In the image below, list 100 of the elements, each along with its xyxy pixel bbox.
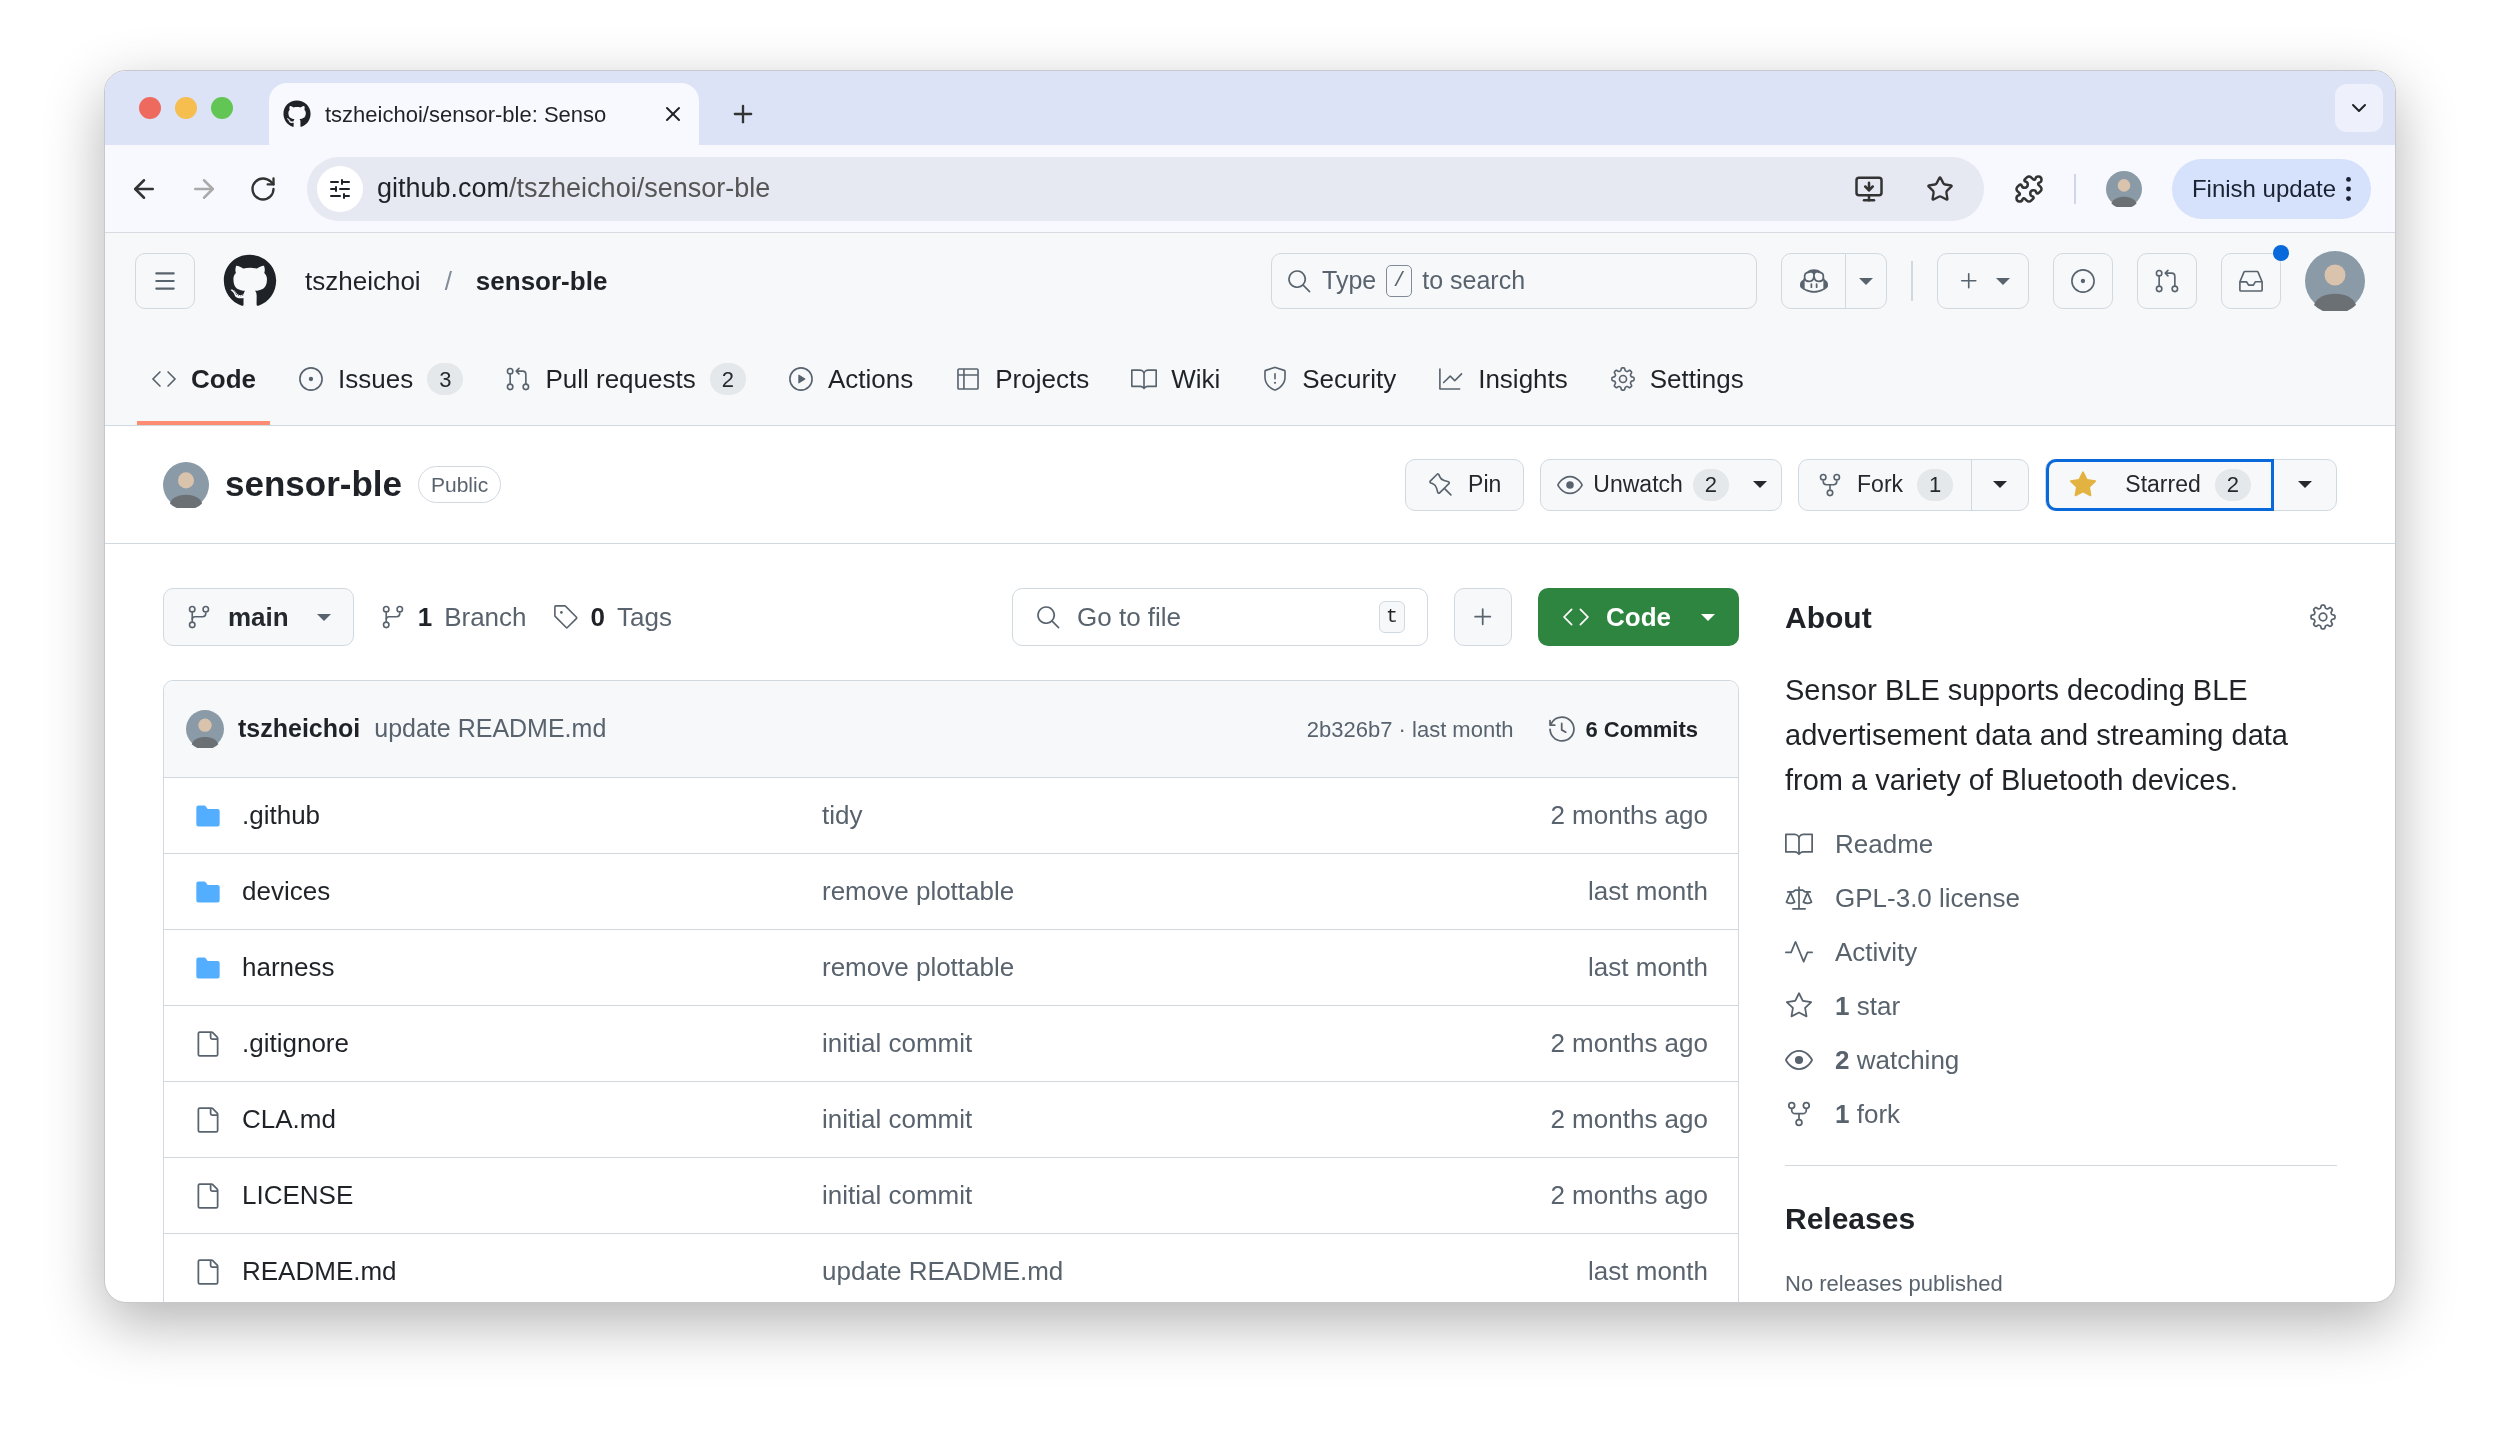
repo-link[interactable]: sensor-ble (475, 261, 608, 301)
tab-title: tszheichoi/sensor-ble: Senso (325, 100, 608, 129)
repo-nav-tab[interactable]: Code (137, 337, 270, 425)
file-commit-message[interactable]: update README.md (822, 1252, 1589, 1291)
file-icon (194, 1181, 222, 1210)
code-button[interactable]: Code (1538, 588, 1739, 646)
breadcrumb-separator: / (444, 264, 452, 298)
pin-button[interactable]: Pin (1405, 458, 1525, 511)
go-to-file-field[interactable]: Go to file t (1012, 588, 1428, 646)
bookmark-star-icon[interactable] (1925, 174, 1954, 203)
caret-icon (1701, 613, 1715, 621)
file-name[interactable]: CLA.md (242, 1100, 822, 1139)
about-link[interactable]: 1 fork (1835, 1094, 1901, 1134)
url-text: github.com/tszheichoi/sensor-ble (377, 172, 772, 206)
about-link[interactable]: 1 star (1835, 986, 1901, 1026)
caret-icon (1993, 481, 2008, 488)
reload-icon[interactable] (249, 174, 277, 203)
about-link[interactable]: Readme (1835, 824, 1934, 864)
about-link[interactable]: 2 watching (1835, 1040, 1960, 1080)
file-name[interactable]: devices (242, 872, 822, 911)
file-commit-message[interactable]: remove plottable (822, 872, 1589, 911)
repo-nav-tab[interactable]: Actions (773, 337, 928, 425)
repo-nav-tab[interactable]: Projects (941, 337, 1104, 425)
count-badge: 2 (709, 363, 746, 395)
history-icon (1547, 715, 1576, 743)
file-name[interactable]: LICENSE (242, 1176, 822, 1215)
graph-icon (1438, 366, 1465, 392)
commit-author[interactable]: tszheichoi (238, 710, 361, 748)
commits-link[interactable]: 6 Commits (1547, 712, 1698, 746)
book-icon (1131, 366, 1158, 392)
file-name[interactable]: .gitignore (242, 1024, 822, 1063)
menu-button[interactable] (135, 253, 195, 309)
shortcut-key: t (1379, 601, 1405, 633)
count-badge: 1 (1917, 468, 1954, 501)
file-commit-message[interactable]: initial commit (822, 1100, 1551, 1139)
file-icon (194, 1105, 222, 1134)
branch-selector[interactable]: main (163, 588, 354, 646)
profile-avatar (2105, 170, 2142, 207)
table-icon (955, 366, 982, 392)
file-name[interactable]: README.md (242, 1252, 822, 1291)
finish-update-button[interactable]: Finish update (2171, 158, 2371, 219)
releases-note: No releases published (1785, 1270, 2004, 1298)
file-time: 2 months ago (1550, 1179, 1708, 1212)
commit-hash-time[interactable]: 2b326b7 · last month (1306, 712, 1514, 746)
scale-icon (1785, 884, 1813, 912)
inbox-icon (2238, 268, 2264, 294)
count-badge: 3 (427, 363, 464, 395)
caret-icon (1996, 277, 2010, 285)
tags-link[interactable]: 0 Tags (552, 597, 672, 637)
sliders-icon (328, 176, 352, 201)
search-field[interactable]: Type / to search (1271, 253, 1757, 309)
github-logo-icon (283, 100, 311, 128)
settings-icon[interactable] (2309, 603, 2337, 631)
github-logo-icon[interactable] (223, 254, 277, 308)
file-commit-message[interactable]: remove plottable (822, 948, 1589, 987)
site-settings-button[interactable] (317, 165, 363, 212)
issues-button[interactable] (2053, 253, 2113, 309)
branches-link[interactable]: 1 Branch (379, 597, 527, 637)
file-name[interactable]: .github (242, 796, 822, 835)
caret-icon (1753, 481, 1768, 488)
browser-tab[interactable]: tszheichoi/sensor-ble: Senso (269, 83, 699, 145)
star-icon (1785, 992, 1813, 1020)
file-name[interactable]: harness (242, 948, 822, 987)
owner-link[interactable]: tszheichoi (305, 261, 421, 301)
address-bar[interactable]: github.com/tszheichoi/sensor-ble (307, 156, 1984, 221)
repo-title[interactable]: sensor-ble (225, 458, 402, 511)
robot-face-icon (1799, 267, 1828, 295)
extensions-icon[interactable] (2013, 173, 2044, 204)
file-commit-message[interactable]: initial commit (822, 1024, 1551, 1063)
file-icon (194, 1029, 222, 1058)
repo-nav-tab[interactable]: Insights (1424, 337, 1582, 425)
search-hint: Type (1322, 265, 1377, 297)
repo-nav-tab[interactable]: Pull requests 2 (491, 337, 760, 425)
file-time: last month (1588, 951, 1708, 984)
about-link[interactable]: GPL-3.0 license (1835, 878, 2020, 918)
fork-icon (1785, 1100, 1813, 1128)
repo-nav-tab[interactable]: Wiki (1117, 337, 1235, 425)
about-link[interactable]: Activity (1835, 932, 1918, 972)
owner-avatar (163, 461, 209, 508)
star-icon (2069, 470, 2098, 499)
star-button[interactable]: Starred 2 (2046, 458, 2274, 511)
file-time: last month (1588, 875, 1708, 908)
file-commit-message[interactable]: tidy (822, 796, 1551, 835)
repo-nav-tab[interactable]: Settings (1595, 337, 1758, 425)
commit-message[interactable]: update README.md (374, 710, 607, 748)
file-time: 2 months ago (1550, 799, 1708, 832)
caret-icon (316, 613, 331, 621)
branch-icon (186, 604, 212, 630)
shield-icon (1262, 366, 1289, 392)
user-avatar (2305, 251, 2365, 311)
about-heading: About (1785, 599, 1872, 636)
file-time: last month (1588, 1255, 1708, 1288)
repo-nav-tab[interactable]: Issues 3 (284, 337, 478, 425)
pull-requests-button[interactable] (2137, 253, 2197, 309)
play-icon (787, 366, 814, 392)
caret-icon (2298, 481, 2312, 488)
file-commit-message[interactable]: initial commit (822, 1176, 1551, 1215)
repo-nav-tab[interactable]: Security (1248, 337, 1411, 425)
releases-heading[interactable]: Releases (1785, 1196, 2337, 1241)
file-icon (194, 1257, 222, 1286)
